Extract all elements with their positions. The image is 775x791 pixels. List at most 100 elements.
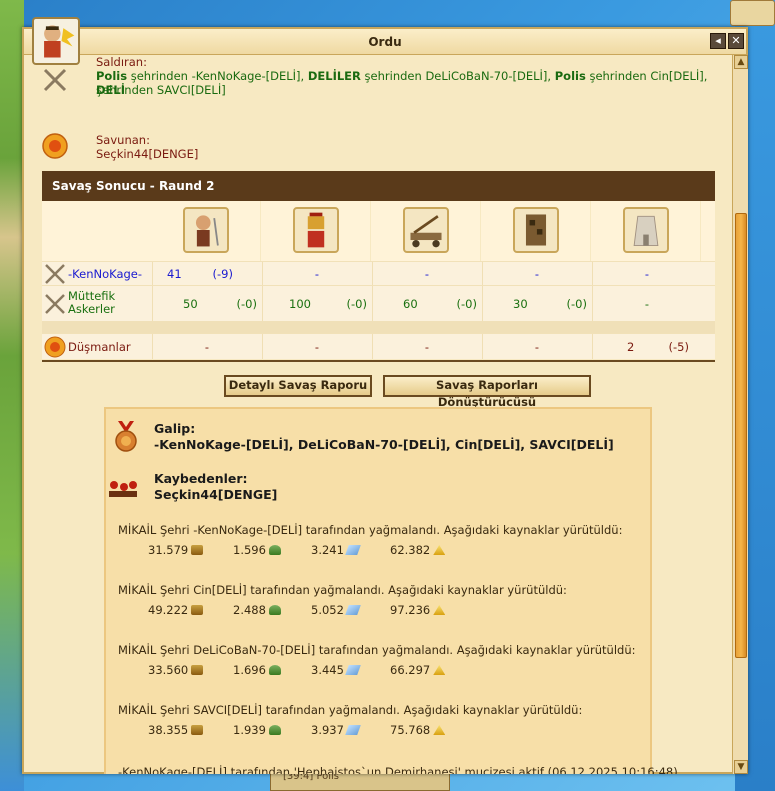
scroll-thumb[interactable] bbox=[735, 213, 747, 658]
battle-result-header: Savaş Sonucu - Raund 2 bbox=[42, 171, 715, 201]
stone-amount: 1.596 bbox=[233, 543, 281, 557]
stone-icon bbox=[268, 605, 281, 615]
loot-text: MİKAİL Şehri Cin[DELİ] tarafından yağmal… bbox=[118, 583, 567, 597]
battle-row-allies: Müttefik Askerler 50 (-0) 100 (-0) 60 (-0) … bbox=[42, 285, 715, 321]
unit-count-cell: 41 (-9) bbox=[152, 262, 261, 285]
report-converter-button[interactable]: Savaş Raporları Dönüştürücüsü bbox=[383, 375, 591, 409]
shield-icon bbox=[42, 133, 68, 159]
battle-report-avatar-icon bbox=[32, 17, 80, 65]
row-label-text[interactable]: -KenNoKage- bbox=[68, 267, 142, 281]
divider bbox=[42, 360, 715, 362]
unit-count-cell: 50 (-0) bbox=[152, 286, 261, 321]
unit-count-cell: 100 (-0) bbox=[262, 286, 371, 321]
favor-amount: 62.382 bbox=[390, 543, 446, 557]
hoplite-icon[interactable] bbox=[183, 207, 229, 253]
row-label: -KenNoKage- bbox=[42, 262, 152, 285]
unit-count-cell: 30 (-0) bbox=[482, 286, 591, 321]
row-label-text: Düşmanlar bbox=[68, 340, 131, 354]
report-content: Saldıran: Polis şehrinden -KenNoKage-[DE… bbox=[24, 55, 732, 774]
unit-icons-row bbox=[42, 201, 715, 261]
row-label: Düşmanlar bbox=[42, 334, 152, 359]
window-titlebar[interactable]: Ordu ◂ ✕ bbox=[24, 29, 746, 55]
favor-icon bbox=[433, 665, 446, 675]
unit-count-cell: 60 (-0) bbox=[372, 286, 481, 321]
favor-amount: 66.297 bbox=[390, 663, 446, 677]
wood-amount: 49.222 bbox=[148, 603, 204, 617]
unit-count-cell: 2 (-5) bbox=[592, 334, 701, 359]
unit-count-cell: - bbox=[152, 334, 261, 359]
wood-icon bbox=[191, 725, 204, 735]
winner-names: -KenNoKage-[DELİ], DeLiCoBaN-70-[DELİ], … bbox=[154, 437, 614, 452]
silver-icon bbox=[345, 605, 361, 615]
wood-amount: 38.355 bbox=[148, 723, 204, 737]
wood-icon bbox=[191, 545, 204, 555]
unit-count-cell: - bbox=[372, 262, 481, 285]
unit-count-cell: - bbox=[592, 262, 701, 285]
defender-name: Seçkin44[DENGE] bbox=[96, 147, 199, 161]
row-label: Müttefik Askerler bbox=[42, 286, 152, 321]
wood-icon bbox=[191, 605, 204, 615]
siege-tower-icon[interactable] bbox=[513, 207, 559, 253]
loot-text: MİKAİL Şehri DeLiCoBaN-70-[DELİ] tarafın… bbox=[118, 643, 636, 657]
vertical-scrollbar[interactable]: ▲ ▼ bbox=[732, 55, 748, 774]
scroll-up-icon[interactable]: ▲ bbox=[734, 55, 748, 69]
defeated-soldiers-icon bbox=[109, 481, 137, 497]
unit-count-cell: - bbox=[482, 334, 591, 359]
silver-icon bbox=[345, 665, 361, 675]
unit-count-cell: - bbox=[262, 262, 371, 285]
stone-amount: 1.939 bbox=[233, 723, 281, 737]
stone-icon bbox=[268, 545, 281, 555]
favor-amount: 97.236 bbox=[390, 603, 446, 617]
unit-cell bbox=[482, 201, 591, 261]
unit-cell bbox=[152, 201, 261, 261]
unit-cell bbox=[592, 201, 701, 261]
wood-amount: 33.560 bbox=[148, 663, 204, 677]
row-spacer bbox=[42, 321, 715, 333]
favor-amount: 75.768 bbox=[390, 723, 446, 737]
loot-text: MİKAİL Şehri SAVCI[DELİ] tarafından yağm… bbox=[118, 703, 583, 717]
crossed-swords-icon bbox=[45, 294, 65, 314]
spartan-warrior-icon[interactable] bbox=[293, 207, 339, 253]
scroll-down-icon[interactable]: ▼ bbox=[734, 760, 748, 774]
winner-label: Galip: bbox=[154, 421, 196, 436]
detailed-report-button[interactable]: Detaylı Savaş Raporu bbox=[224, 375, 372, 397]
unit-count-cell: - bbox=[592, 286, 701, 321]
unit-count-cell: - bbox=[262, 334, 371, 359]
silver-amount: 3.445 bbox=[311, 663, 361, 677]
wood-amount: 31.579 bbox=[148, 543, 204, 557]
top-right-panel[interactable] bbox=[730, 0, 775, 26]
miracle-note: -KenNoKage-[DELİ] tarafından 'Hephaistos… bbox=[118, 765, 678, 774]
unit-count-cell: - bbox=[372, 334, 481, 359]
silver-amount: 3.937 bbox=[311, 723, 361, 737]
result-panel: Galip: -KenNoKage-[DELİ], DeLiCoBaN-70-[… bbox=[104, 407, 678, 774]
attacker-names-line2: şehrinden SAVCI[DELİ] bbox=[96, 83, 226, 97]
row-label-text: Müttefik Askerler bbox=[68, 289, 116, 316]
favor-icon bbox=[433, 725, 446, 735]
silver-icon bbox=[345, 545, 361, 555]
favor-icon bbox=[433, 605, 446, 615]
medal-icon bbox=[115, 421, 137, 452]
window-title: Ordu bbox=[368, 35, 402, 49]
unit-count-cell: - bbox=[482, 262, 591, 285]
loser-names: Seçkin44[DENGE] bbox=[154, 487, 278, 502]
loot-text: MİKAİL Şehri -KenNoKage-[DELİ] tarafında… bbox=[118, 523, 623, 537]
attacker-label: Saldıran: bbox=[96, 55, 147, 69]
unit-cell bbox=[372, 201, 481, 261]
city-wall-icon[interactable] bbox=[623, 207, 669, 253]
defender-label: Savunan: bbox=[96, 133, 150, 147]
stone-icon bbox=[268, 665, 281, 675]
back-button[interactable]: ◂ bbox=[710, 33, 726, 49]
silver-amount: 3.241 bbox=[311, 543, 361, 557]
stone-icon bbox=[268, 725, 281, 735]
unit-cell bbox=[262, 201, 371, 261]
wood-icon bbox=[191, 665, 204, 675]
shield-icon bbox=[44, 336, 66, 358]
silver-amount: 5.052 bbox=[311, 603, 361, 617]
silver-icon bbox=[345, 725, 361, 735]
island-map-edge bbox=[0, 0, 24, 791]
catapult-icon[interactable] bbox=[403, 207, 449, 253]
favor-icon bbox=[433, 545, 446, 555]
stone-amount: 1.696 bbox=[233, 663, 281, 677]
crossed-swords-icon bbox=[43, 68, 67, 92]
close-button[interactable]: ✕ bbox=[728, 33, 744, 49]
